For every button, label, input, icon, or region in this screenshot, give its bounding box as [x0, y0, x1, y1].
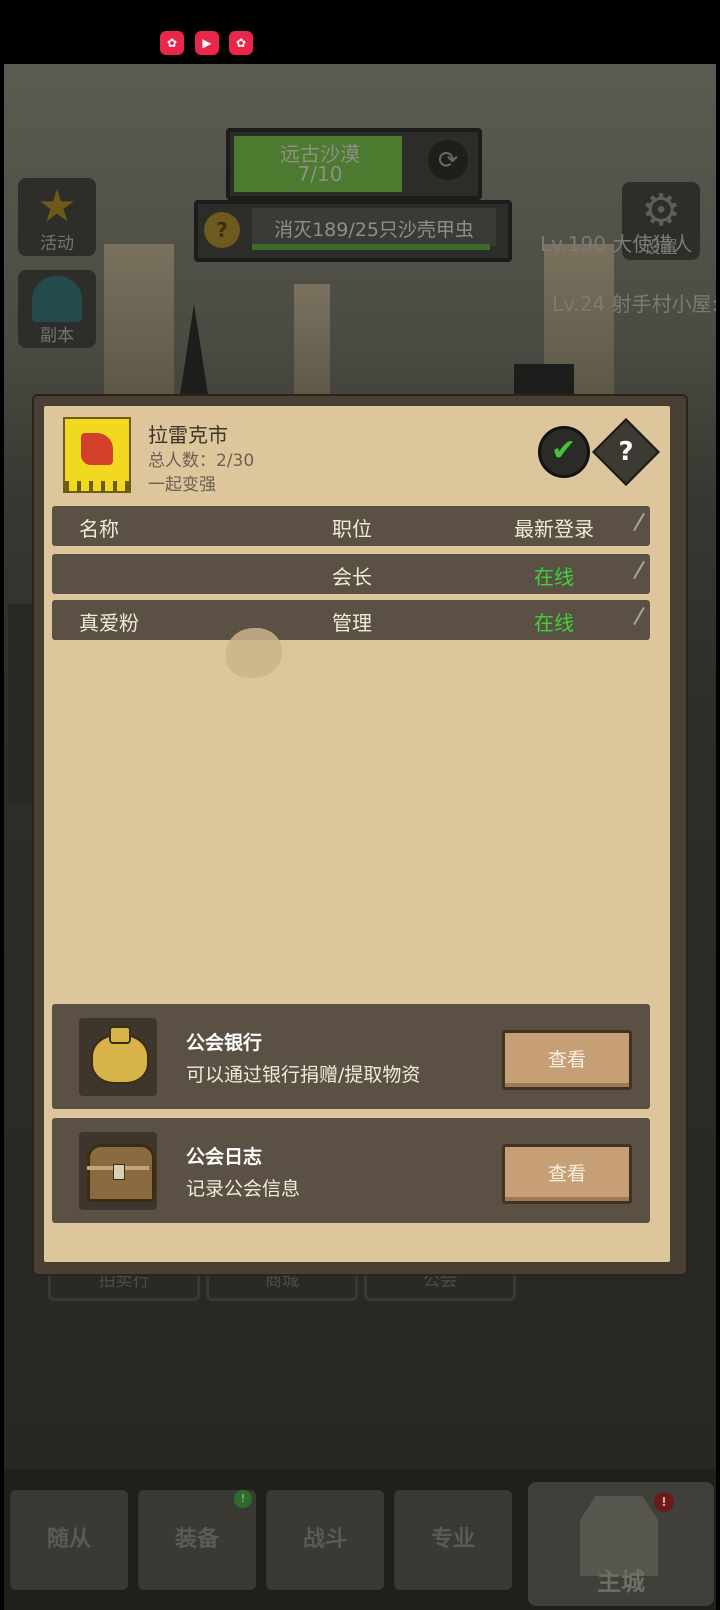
player-info-line: Lv.24 射手村小屋: [552, 292, 719, 316]
column-header-name: 名称 [79, 517, 119, 541]
guild-log-title: 公会日志 [186, 1146, 263, 1168]
status-bar: ✿ ▶ ✿ [0, 0, 720, 64]
guild-dialog-body: 拉雷克市 总人数：2/30 一起变强 ✔ ? 名称 职位 最新登录 会长 在线 … [44, 406, 670, 1262]
guild-bank-desc: 可以通过银行捐赠/提取物资 [186, 1064, 421, 1086]
dungeon-button[interactable]: 副本 [18, 270, 96, 348]
column-header-role: 职位 [332, 517, 372, 541]
kuaishou-app-icon: ✿ [229, 31, 253, 55]
member-table-header: 名称 职位 最新登录 [52, 506, 650, 546]
check-in-button[interactable]: ✔ [538, 426, 590, 478]
rock-decoration [226, 628, 282, 678]
star-icon: ★ [37, 181, 77, 232]
quest-progress-box[interactable]: 远古沙漠 7/10 ⟳ [226, 128, 482, 200]
member-status: 在线 [534, 611, 574, 635]
guild-flag-icon [63, 417, 131, 493]
guild-log-view-button[interactable]: 查看 [502, 1144, 632, 1204]
member-status: 在线 [534, 565, 574, 589]
guild-name: 拉雷克市 [148, 423, 228, 447]
nav-tab-profession[interactable]: 专业 [394, 1490, 512, 1590]
table-row[interactable]: 真爱粉 管理 在线 [52, 600, 650, 640]
alert-badge: ! [654, 1492, 674, 1512]
column-header-last-login: 最新登录 [514, 517, 594, 541]
member-role: 管理 [332, 611, 372, 635]
player-info-line: Lv.190 大使猎人 [540, 232, 693, 256]
nav-tab-main-city[interactable]: 主城 ! [528, 1482, 714, 1606]
guild-log-desc: 记录公会信息 [186, 1178, 301, 1200]
member-role: 会长 [332, 565, 372, 589]
chest-icon-box [79, 1132, 157, 1210]
quest-progress-text: 7/10 [297, 162, 343, 186]
help-button[interactable]: ? [592, 418, 660, 486]
member-name: 真爱粉 [79, 611, 139, 635]
question-icon: ? [618, 437, 634, 467]
task-text: 消灭189/25只沙壳甲虫 [274, 219, 474, 241]
flexed-arm-emblem [81, 433, 113, 465]
activity-button[interactable]: ★ 活动 [18, 178, 96, 256]
guild-bank-view-button[interactable]: 查看 [502, 1030, 632, 1090]
guild-slogan: 一起变强 [148, 475, 216, 495]
nav-tab-battle[interactable]: 战斗 [266, 1490, 384, 1590]
guild-log-panel: 公会日志 记录公会信息 查看 [52, 1118, 650, 1223]
guild-member-count: 总人数：2/30 [148, 451, 255, 471]
main-city-label: 主城 [597, 1568, 645, 1596]
guild-bank-title: 公会银行 [186, 1032, 263, 1054]
bottom-nav: 随从 装备 ! 战斗 专业 主城 ! [4, 1470, 716, 1610]
guild-dialog: 拉雷克市 总人数：2/30 一起变强 ✔ ? 名称 职位 最新登录 会长 在线 … [34, 396, 686, 1274]
task-bar[interactable]: ? 消灭189/25只沙壳甲虫 [194, 200, 512, 262]
checkmark-icon: ✔ [551, 433, 577, 468]
dungeon-label: 副本 [40, 326, 74, 346]
guild-bank-panel: 公会银行 可以通过银行捐赠/提取物资 查看 [52, 1004, 650, 1109]
nav-tab-followers[interactable]: 随从 [10, 1490, 128, 1590]
activity-label: 活动 [40, 234, 74, 254]
kuaishou-app-icon: ✿ [160, 31, 184, 55]
portal-icon [32, 276, 82, 322]
bag-icon-box [79, 1018, 157, 1096]
table-row[interactable]: 会长 在线 [52, 554, 650, 594]
notification-badge: ! [234, 1490, 252, 1508]
task-progress-fill [252, 244, 490, 250]
question-coin-icon: ? [204, 212, 240, 248]
video-play-icon: ▶ [195, 31, 219, 55]
refresh-icon[interactable]: ⟳ [428, 140, 468, 180]
